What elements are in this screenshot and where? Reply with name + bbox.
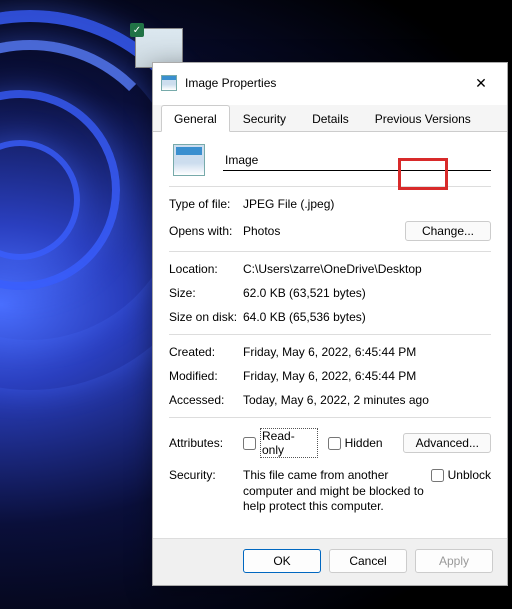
tabs: General Security Details Previous Versio… [153, 105, 507, 132]
titlebar: Image Properties ✕ [153, 63, 507, 105]
title-icon [161, 75, 177, 91]
apply-button[interactable]: Apply [415, 549, 493, 573]
hidden-label: Hidden [345, 436, 383, 450]
accessed-label: Accessed: [169, 393, 243, 407]
tab-general[interactable]: General [161, 105, 230, 132]
security-text: This file came from another computer and… [243, 468, 431, 515]
size-value: 62.0 KB (63,521 bytes) [243, 286, 491, 300]
location-value: C:\Users\zarre\OneDrive\Desktop [243, 262, 491, 276]
file-type-icon [173, 144, 205, 176]
security-label: Security: [169, 468, 243, 482]
tab-details[interactable]: Details [299, 105, 362, 132]
location-label: Location: [169, 262, 243, 276]
file-name-input[interactable] [223, 150, 491, 171]
modified-value: Friday, May 6, 2022, 6:45:44 PM [243, 369, 491, 383]
attributes-label: Attributes: [169, 436, 243, 450]
readonly-checkbox[interactable]: Read-only [243, 428, 318, 458]
created-value: Friday, May 6, 2022, 6:45:44 PM [243, 345, 491, 359]
readonly-label: Read-only [260, 428, 318, 458]
properties-dialog: Image Properties ✕ General Security Deta… [152, 62, 508, 586]
hidden-checkbox[interactable]: Hidden [328, 436, 383, 450]
tab-security[interactable]: Security [230, 105, 299, 132]
type-of-file-label: Type of file: [169, 197, 243, 211]
dialog-title: Image Properties [185, 76, 455, 90]
dialog-button-bar: OK Cancel Apply [153, 538, 507, 585]
type-of-file-value: JPEG File (.jpeg) [243, 197, 491, 211]
tab-content-general: Type of file: JPEG File (.jpeg) Opens wi… [153, 132, 507, 538]
cancel-button[interactable]: Cancel [329, 549, 407, 573]
close-icon[interactable]: ✕ [463, 71, 499, 95]
accessed-value: Today, May 6, 2022, 2 minutes ago [243, 393, 491, 407]
tab-previous-versions[interactable]: Previous Versions [362, 105, 484, 132]
created-label: Created: [169, 345, 243, 359]
change-button[interactable]: Change... [405, 221, 491, 241]
unblock-label: Unblock [448, 468, 491, 482]
opens-with-label: Opens with: [169, 224, 243, 238]
ok-button[interactable]: OK [243, 549, 321, 573]
advanced-button[interactable]: Advanced... [403, 433, 491, 453]
size-on-disk-label: Size on disk: [169, 310, 243, 324]
size-label: Size: [169, 286, 243, 300]
size-on-disk-value: 64.0 KB (65,536 bytes) [243, 310, 491, 324]
opens-with-value: Photos [243, 224, 405, 238]
unblock-checkbox[interactable]: Unblock [431, 468, 491, 482]
modified-label: Modified: [169, 369, 243, 383]
